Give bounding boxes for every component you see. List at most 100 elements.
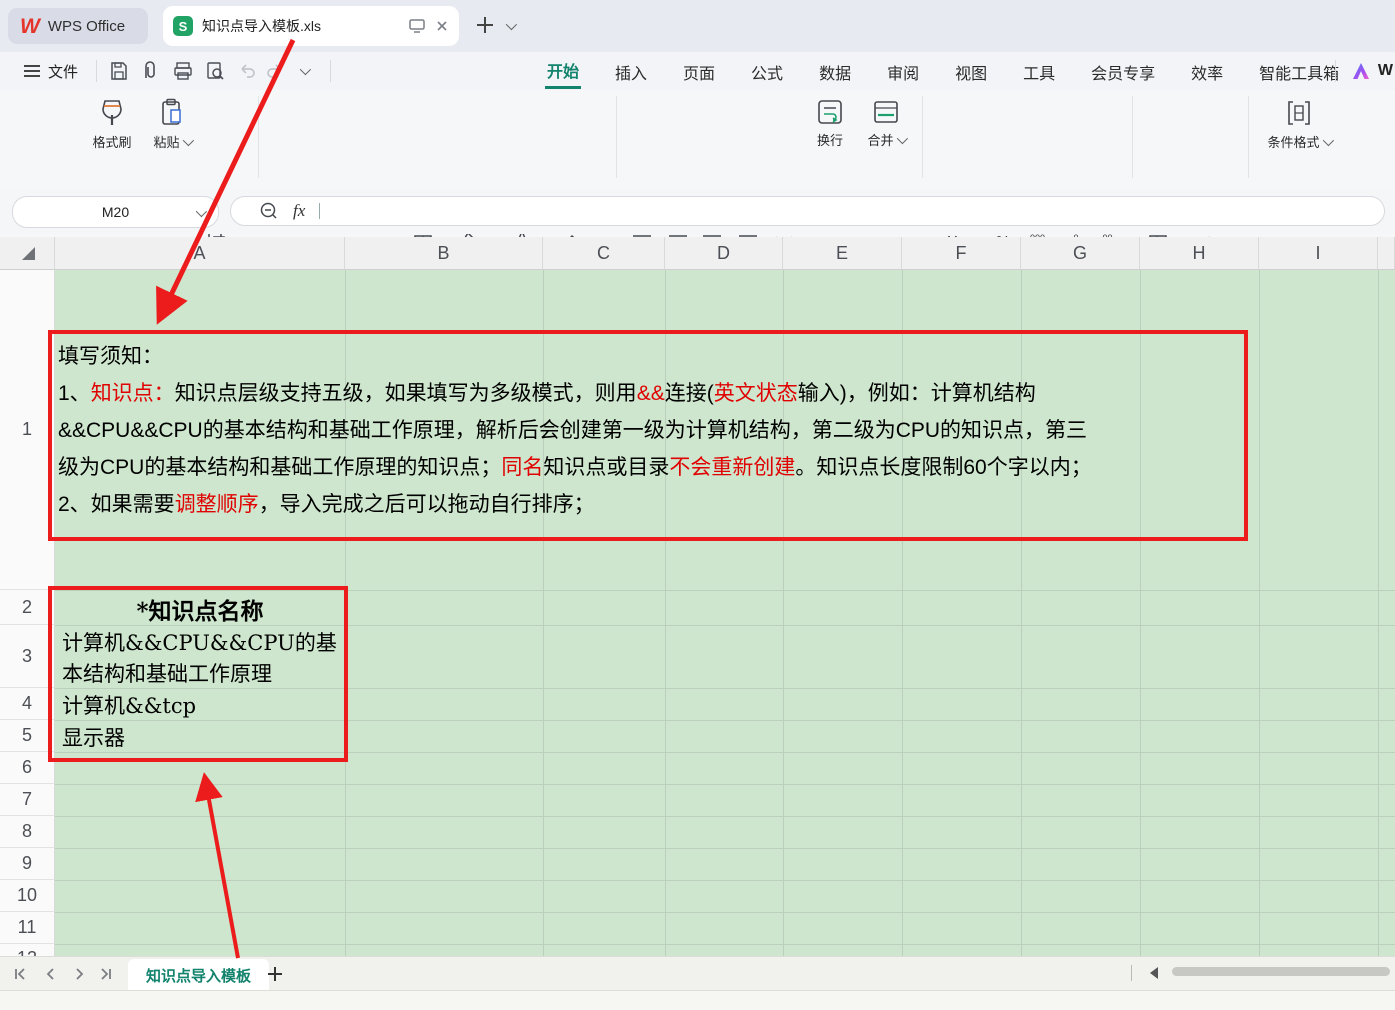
tab-tools[interactable]: 工具 <box>1021 55 1057 88</box>
formula-cursor <box>319 203 320 219</box>
add-sheet-icon[interactable] <box>266 965 284 988</box>
horizontal-scrollbar[interactable] <box>1172 967 1390 976</box>
data-annotation-box <box>48 586 348 762</box>
undo-icon[interactable] <box>236 60 258 82</box>
divider <box>1132 96 1133 178</box>
wps-spreadsheet-window: W WPS Office S 知识点导入模板.xls 文件 <box>0 0 1395 1010</box>
conditional-format-label: 条件格式 <box>1267 132 1319 151</box>
ribbon-toolbar: 格式刷 粘贴 Arial 10 A+ A- B I U A <box>0 90 1395 189</box>
row-header-11[interactable]: 11 <box>0 912 55 944</box>
file-menu[interactable]: 文件 <box>48 61 78 82</box>
format-painter-button[interactable]: 格式刷 <box>84 98 140 151</box>
fx-icon[interactable]: fx <box>293 201 305 221</box>
conditional-format-button[interactable]: 条件格式 <box>1262 98 1336 151</box>
tab-view[interactable]: 视图 <box>953 55 989 88</box>
tab-list-dropdown-icon[interactable] <box>506 19 517 30</box>
print-icon[interactable] <box>172 60 194 82</box>
row-header-8[interactable]: 8 <box>0 816 55 848</box>
wrap-text-button[interactable]: 换行 <box>806 98 854 149</box>
select-all-corner[interactable] <box>0 237 55 270</box>
tab-data[interactable]: 数据 <box>817 55 853 88</box>
column-header-H[interactable]: H <box>1140 237 1259 270</box>
document-tab[interactable]: S 知识点导入模板.xls <box>163 6 459 46</box>
paste-label: 粘贴 <box>153 132 179 151</box>
row-header-2[interactable]: 2 <box>0 590 55 625</box>
scroll-left-icon[interactable] <box>1150 967 1158 979</box>
conditional-format-dropdown-icon[interactable] <box>1322 134 1333 145</box>
wps-ai-icon <box>1351 62 1371 80</box>
wps-logo-icon: W <box>20 16 40 37</box>
app-name: WPS Office <box>48 18 125 35</box>
column-header-B[interactable]: B <box>345 237 543 270</box>
tab-insert[interactable]: 插入 <box>613 55 649 88</box>
divider <box>258 96 259 178</box>
row-header-6[interactable]: 6 <box>0 752 55 784</box>
instructions-annotation-box <box>48 330 1248 541</box>
column-header-I[interactable]: I <box>1259 237 1378 270</box>
status-bar <box>0 990 1395 1010</box>
hamburger-icon[interactable] <box>24 65 40 67</box>
prev-sheet-icon[interactable] <box>42 965 60 983</box>
active-cell-reference: M20 <box>102 204 129 220</box>
tab-member[interactable]: 会员专享 <box>1089 55 1157 88</box>
wps-home-button[interactable]: W WPS Office <box>8 8 148 44</box>
format-painter-icon <box>99 98 125 128</box>
paste-button[interactable]: 粘贴 <box>144 98 200 151</box>
merge-dropdown-icon[interactable] <box>896 132 907 143</box>
row-header-7[interactable]: 7 <box>0 784 55 816</box>
tab-home[interactable]: 开始 <box>545 53 581 89</box>
column-header-D[interactable]: D <box>665 237 783 270</box>
titlebar: W WPS Office S 知识点导入模板.xls <box>0 0 1395 52</box>
document-title: 知识点导入模板.xls <box>202 16 399 36</box>
row-header-5[interactable]: 5 <box>0 720 55 752</box>
ai-label: W <box>1378 62 1393 80</box>
search-icon[interactable] <box>259 201 279 221</box>
tab-smart-toolbox[interactable]: 智能工具箱 <box>1257 55 1341 88</box>
monitor-icon[interactable] <box>408 18 426 34</box>
name-box[interactable]: M20 <box>12 196 219 228</box>
divider <box>1248 96 1249 178</box>
name-box-dropdown-icon[interactable] <box>196 206 207 217</box>
formula-input[interactable]: fx <box>230 196 1385 226</box>
next-sheet-icon[interactable] <box>70 965 88 983</box>
tab-page[interactable]: 页面 <box>681 55 717 88</box>
paste-dropdown-icon[interactable] <box>182 134 193 145</box>
first-sheet-icon[interactable] <box>12 965 30 983</box>
ai-assistant-button[interactable]: W <box>1335 52 1395 90</box>
tab-formula[interactable]: 公式 <box>749 55 785 88</box>
export-icon[interactable] <box>140 60 162 82</box>
tab-efficiency[interactable]: 效率 <box>1189 55 1225 88</box>
close-tab-icon[interactable] <box>435 19 449 33</box>
redo-icon[interactable] <box>264 60 286 82</box>
divider <box>1131 965 1132 981</box>
column-header-E[interactable]: E <box>783 237 902 270</box>
row-header-1[interactable]: 1 <box>0 270 55 590</box>
column-header-partial[interactable] <box>1378 237 1395 270</box>
menubar: 文件 开始 插入 页面 公式 数据 审阅 视图 工具 <box>0 52 1395 91</box>
divider <box>922 96 923 178</box>
row-header-9[interactable]: 9 <box>0 848 55 880</box>
column-header-C[interactable]: C <box>543 237 665 270</box>
merge-cells-button[interactable]: 合并 <box>860 98 912 149</box>
paste-icon <box>159 98 185 128</box>
save-icon[interactable] <box>108 60 130 82</box>
find-icon[interactable] <box>204 60 226 82</box>
row-header-3[interactable]: 3 <box>0 625 55 688</box>
sheet-tab-active[interactable]: 知识点导入模板 <box>128 959 269 991</box>
new-tab-icon[interactable] <box>474 14 496 41</box>
sheet-tab-label: 知识点导入模板 <box>146 965 251 986</box>
last-sheet-icon[interactable] <box>96 965 114 983</box>
formula-bar: M20 fx <box>0 188 1395 234</box>
wrap-label: 换行 <box>817 130 843 149</box>
row-header-10[interactable]: 10 <box>0 880 55 912</box>
column-header-A[interactable]: A <box>55 237 345 270</box>
column-header-F[interactable]: F <box>902 237 1021 270</box>
conditional-format-icon <box>1284 98 1314 128</box>
row-header-4[interactable]: 4 <box>0 688 55 720</box>
divider <box>1335 60 1336 82</box>
format-painter-label: 格式刷 <box>92 132 131 151</box>
tab-review[interactable]: 审阅 <box>885 55 921 88</box>
column-header-G[interactable]: G <box>1021 237 1140 270</box>
quickbar-more-icon[interactable] <box>300 64 311 75</box>
divider <box>330 60 331 82</box>
